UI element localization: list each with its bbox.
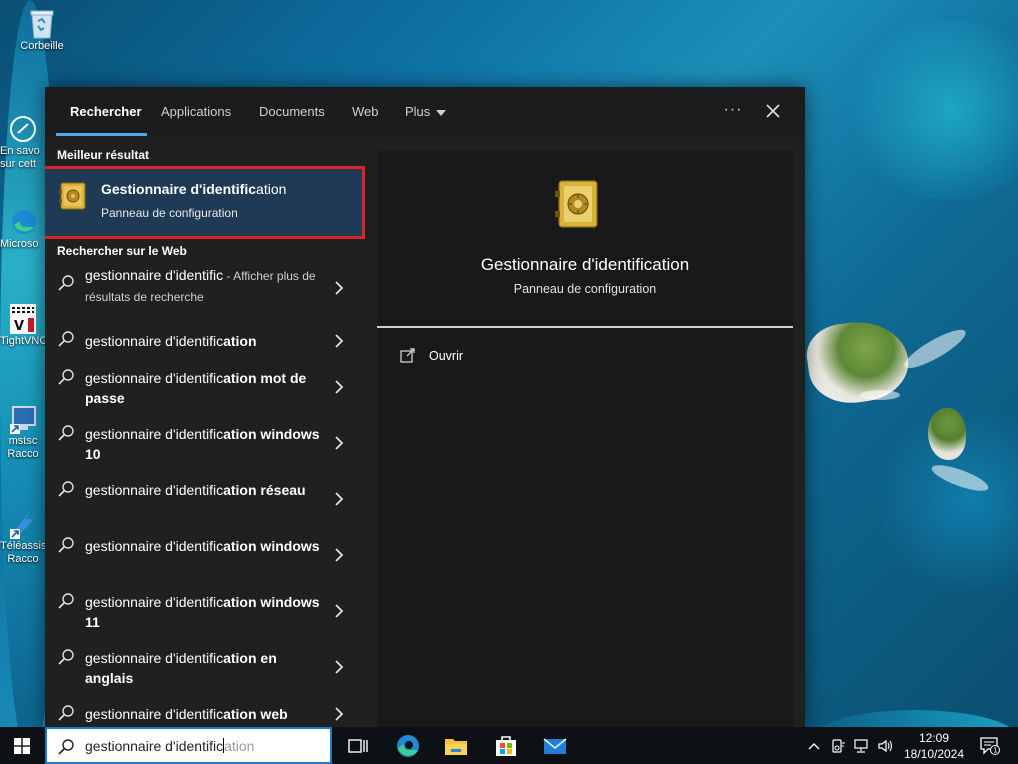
tab-plus[interactable]: Plus <box>405 87 447 137</box>
web-result-item[interactable]: gestionnaire d'identific - Afficher plus… <box>45 265 365 311</box>
web-result-text: gestionnaire d'identification réseau <box>85 482 306 498</box>
search-icon <box>57 480 75 498</box>
web-result-item[interactable]: gestionnaire d'identification windows 10 <box>45 423 365 467</box>
web-result-item[interactable]: gestionnaire d'identification web <box>45 703 365 727</box>
network-icon[interactable] <box>853 738 869 754</box>
best-match-heading: Meilleur résultat <box>57 148 150 162</box>
web-result-text: gestionnaire d'identific - Afficher plus… <box>85 267 316 304</box>
divider <box>377 326 793 328</box>
search-query-text: gestionnaire d'identification <box>85 738 255 754</box>
desktop-icon-mstsc[interactable]: mstsc Racco <box>0 403 46 461</box>
web-result-text: gestionnaire d'identification <box>85 333 257 349</box>
desktop-icon-learn-more[interactable]: En savo sur cett <box>0 113 46 171</box>
search-icon <box>57 536 75 554</box>
tightvnc-icon: V <box>7 303 39 335</box>
remote-desktop-icon <box>7 403 39 435</box>
highlight-frame <box>45 166 365 239</box>
desktop-icon-edge[interactable]: Microso <box>0 206 46 251</box>
chevron-right-icon <box>333 660 345 674</box>
web-result-text: gestionnaire d'identification windows 10 <box>85 426 320 462</box>
tab-rechercher[interactable]: Rechercher <box>70 87 142 137</box>
close-icon[interactable] <box>761 99 785 123</box>
web-result-item[interactable]: gestionnaire d'identification en anglais <box>45 647 365 691</box>
system-clock[interactable]: 12:09 18/10/2024 <box>898 730 970 762</box>
remote-assistance-icon <box>7 508 39 540</box>
search-icon <box>57 704 75 722</box>
task-view-icon[interactable] <box>344 732 372 760</box>
chevron-up-icon[interactable] <box>806 738 822 754</box>
notification-count: 1 <box>993 747 997 755</box>
open-action-label: Ouvrir <box>429 349 464 363</box>
notification-center-icon[interactable]: 1 <box>980 737 1000 755</box>
preview-subtitle: Panneau de configuration <box>513 282 657 296</box>
chevron-right-icon <box>333 707 345 721</box>
web-search-heading: Rechercher sur le Web <box>57 244 187 258</box>
web-result-item[interactable]: gestionnaire d'identification mot de pas… <box>45 367 365 411</box>
desktop-icon-recycle-bin[interactable]: Corbeille <box>12 8 72 53</box>
device-icon[interactable] <box>830 738 846 754</box>
store-icon[interactable] <box>492 732 520 760</box>
tab-web[interactable]: Web <box>352 87 379 137</box>
chevron-right-icon <box>333 380 345 394</box>
chevron-right-icon <box>333 604 345 618</box>
chevron-right-icon <box>333 492 345 506</box>
web-result-item[interactable]: gestionnaire d'identification windows 11 <box>45 591 365 635</box>
desktop-icon-tightvnc[interactable]: V TightVNC <box>0 303 48 348</box>
help-circle-icon <box>7 113 39 145</box>
chevron-right-icon <box>333 334 345 348</box>
tab-documents[interactable]: Documents <box>259 87 325 137</box>
search-icon <box>57 592 75 610</box>
preview-title: Gestionnaire d'identification <box>480 255 690 274</box>
web-result-item[interactable]: gestionnaire d'identification windows <box>45 535 365 579</box>
web-result-text: gestionnaire d'identification en anglais <box>85 650 277 686</box>
desktop-icon-label: Corbeille <box>20 40 64 52</box>
desktop-icon-label: En savo sur cett <box>0 145 40 170</box>
edge-icon <box>7 206 39 238</box>
taskbar-search-input[interactable]: gestionnaire d'identification <box>45 727 332 764</box>
desktop-icon-label: Téléassis Racco <box>0 540 47 565</box>
chevron-right-icon <box>333 548 345 562</box>
desktop-icon-label: Microso <box>0 238 39 250</box>
chevron-right-icon <box>333 281 345 295</box>
start-button[interactable] <box>0 727 44 764</box>
mail-icon[interactable] <box>541 732 569 760</box>
active-tab-indicator <box>56 133 147 136</box>
volume-icon[interactable] <box>877 738 893 754</box>
search-flyout: Rechercher Applications Documents Web Pl… <box>45 87 805 727</box>
ellipsis-icon[interactable]: ··· <box>721 99 745 123</box>
result-preview-pane: Gestionnaire d'identification Panneau de… <box>377 151 793 727</box>
svg-text:V: V <box>14 319 24 334</box>
file-explorer-icon[interactable] <box>442 732 470 760</box>
edge-icon[interactable] <box>394 732 422 760</box>
web-result-text: gestionnaire d'identification mot de pas… <box>85 370 307 406</box>
search-icon <box>57 648 75 666</box>
web-result-text: gestionnaire d'identification windows 11 <box>85 594 320 630</box>
taskbar: gestionnaire d'identification 12:09 18/10… <box>0 727 1018 764</box>
chevron-right-icon <box>333 436 345 450</box>
search-icon <box>57 274 75 292</box>
results-list: Meilleur résultat Gestionnaire d'identif… <box>45 137 365 727</box>
chevron-down-icon <box>436 109 447 116</box>
web-result-text: gestionnaire d'identification web <box>85 706 288 722</box>
web-result-item[interactable]: gestionnaire d'identification <box>45 329 365 353</box>
credential-manager-icon <box>555 177 601 231</box>
recycle-bin-icon <box>26 8 58 40</box>
web-result-text: gestionnaire d'identification windows <box>85 538 320 554</box>
tab-applications[interactable]: Applications <box>161 87 231 137</box>
desktop-icon-label: mstsc Racco <box>7 435 39 460</box>
clock-time: 12:09 <box>918 731 950 745</box>
search-icon <box>57 738 75 756</box>
search-icon <box>57 330 75 348</box>
search-tabs-bar: Rechercher Applications Documents Web Pl… <box>45 87 805 137</box>
web-result-item[interactable]: gestionnaire d'identification réseau <box>45 479 365 523</box>
search-icon <box>57 368 75 386</box>
desktop-icon-label: TightVNC <box>0 335 48 347</box>
windows-logo-icon <box>14 737 30 754</box>
search-icon <box>57 424 75 442</box>
clock-date: 18/10/2024 <box>903 747 965 761</box>
desktop-icon-remote-assistance[interactable]: Téléassis Racco <box>0 508 46 566</box>
open-icon <box>400 347 416 363</box>
tab-plus-label: Plus <box>405 104 431 119</box>
